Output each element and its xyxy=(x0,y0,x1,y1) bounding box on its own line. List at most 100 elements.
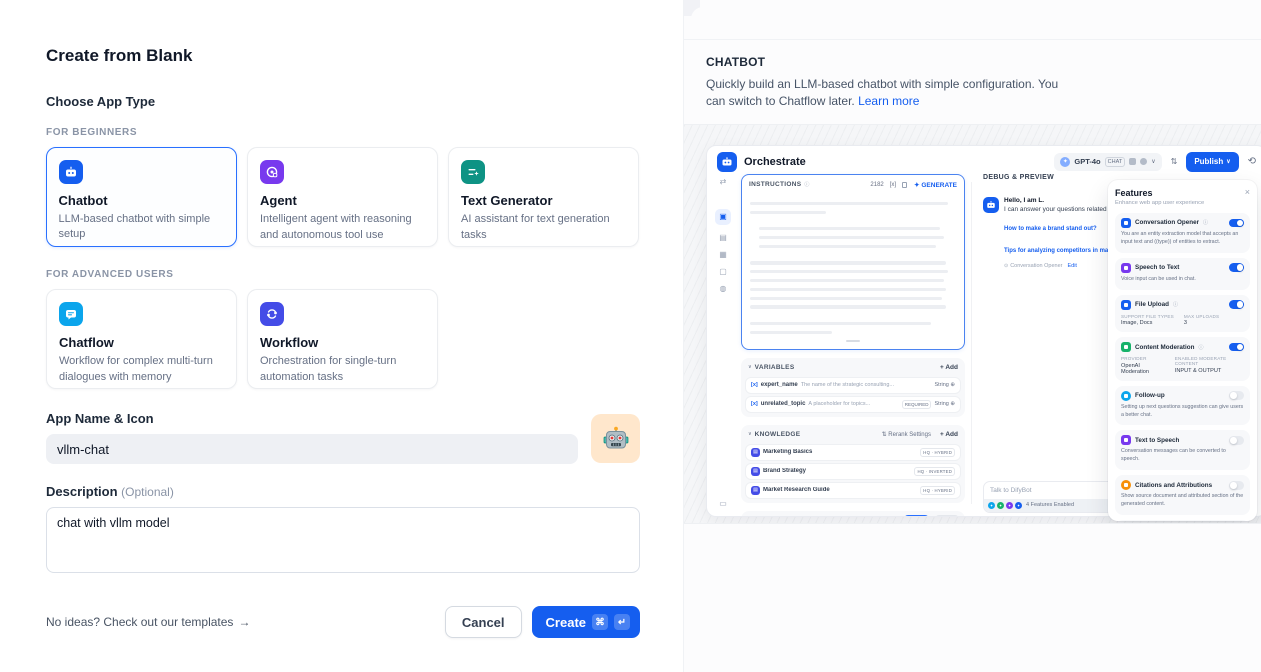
web-nav-icon[interactable]: ◍ xyxy=(720,285,727,293)
copy-icon[interactable] xyxy=(902,182,907,188)
app-type-card-chatflow[interactable]: Chatflow Workflow for complex multi-turn… xyxy=(46,289,237,389)
card-description: LLM-based chatbot with simple setup xyxy=(59,212,225,244)
workflow-icon xyxy=(260,302,284,326)
instructions-panel[interactable]: INSTRUCTIONS ⓘ 2182 [x] ✦ GENERATE xyxy=(741,174,965,350)
command-key-icon: ⌘ xyxy=(592,614,608,630)
text-generator-icon xyxy=(461,160,485,184)
description-textarea[interactable]: chat with vllm model xyxy=(46,507,640,573)
modal-top-strip xyxy=(684,0,1261,40)
chevron-down-icon: ∨ xyxy=(1151,158,1155,165)
dataset-icon: ▤ xyxy=(751,448,760,457)
model-selector[interactable]: ✦ GPT-4o CHAT ∨ xyxy=(1054,153,1161,171)
app-name-input[interactable] xyxy=(46,434,578,464)
instructions-text-placeholder xyxy=(742,195,964,342)
modal-footer: No ideas? Check out our templates → Canc… xyxy=(46,606,640,638)
toggle[interactable] xyxy=(1229,481,1244,490)
add-knowledge-button[interactable]: + Add xyxy=(940,431,958,438)
knowledge-row[interactable]: ▤ Market Research Guide HQ · HYBRID xyxy=(746,483,960,498)
app-type-card-chatbot[interactable]: Chatbot LLM-based chatbot with simple se… xyxy=(46,147,237,247)
variable-row[interactable]: [x] unrelated_topic A placeholder for to… xyxy=(746,397,960,412)
card-description: Orchestration for single-turn automation… xyxy=(260,354,425,386)
suggested-question[interactable]: How to make a brand stand out? xyxy=(1004,226,1097,232)
chat-mode-badge: CHAT xyxy=(1105,157,1126,167)
sparkle-icon: ✦ xyxy=(914,182,919,189)
knowledge-row[interactable]: ▤ Marketing Basics HQ · HYBRID xyxy=(746,445,960,460)
toggle[interactable] xyxy=(1229,219,1244,228)
docs-nav-icon[interactable]: ▦ xyxy=(719,251,727,259)
info-icon: ⓘ xyxy=(1203,219,1208,226)
chevron-down-icon[interactable]: ∨ xyxy=(748,364,752,370)
app-name-and-icon-row: App Name & Icon xyxy=(46,411,640,464)
generate-button[interactable]: ✦ GENERATE xyxy=(914,181,957,189)
features-panel: Features × Enhance web app user experien… xyxy=(1108,180,1257,521)
toggle[interactable] xyxy=(1229,343,1244,352)
card-title: Chatbot xyxy=(59,193,225,208)
app-type-card-text-generator[interactable]: Text Generator AI assistant for text gen… xyxy=(448,147,639,247)
agent-icon xyxy=(260,160,284,184)
chat-input-box: Talk to DifyBot ✦ ✦ ✦ ✦ 4 Features Enabl… xyxy=(983,481,1117,513)
chat-input[interactable]: Talk to DifyBot xyxy=(984,482,1116,499)
scroll-indicator xyxy=(846,340,860,342)
choose-app-type-heading: Choose App Type xyxy=(46,94,640,109)
preview-image-area: Orchestrate ✦ GPT-4o CHAT ∨ ⇅ Publish ∨ … xyxy=(684,124,1261,524)
image-nav-icon[interactable]: ▤ xyxy=(719,234,727,242)
app-type-card-workflow[interactable]: Workflow Orchestration for single-turn a… xyxy=(247,289,438,389)
resolution-high-button[interactable]: High xyxy=(904,515,929,517)
cancel-button[interactable]: Cancel xyxy=(445,606,522,638)
variable-row[interactable]: [x] expert_name The name of the strategi… xyxy=(746,378,960,393)
templates-link[interactable]: No ideas? Check out our templates → xyxy=(46,615,250,629)
card-title: Agent xyxy=(260,193,425,208)
content-moderation-icon xyxy=(1121,342,1131,352)
feature-annotation-reply: Annotation Reply xyxy=(1115,520,1250,521)
follow-up-icon xyxy=(1121,391,1131,401)
settings-icon xyxy=(1140,158,1147,165)
chevron-down-icon[interactable]: ∨ xyxy=(748,431,752,437)
notes-nav-icon[interactable]: ▢ xyxy=(719,268,727,276)
model-provider-icon: ✦ xyxy=(1060,157,1070,167)
toggle[interactable] xyxy=(1229,300,1244,309)
card-title: Text Generator xyxy=(461,193,626,208)
enabled-features-bar: ✦ ✦ ✦ ✦ 4 Features Enabled xyxy=(984,499,1116,512)
panel-toggle-icon[interactable]: ▭ xyxy=(719,500,727,508)
edit-opener-link[interactable]: Edit xyxy=(1067,263,1076,269)
insert-variable-icon[interactable]: [x] xyxy=(890,182,896,188)
feature-conversation-opener: Conversation Opener ⓘ You are an entity … xyxy=(1115,213,1250,253)
toggle[interactable] xyxy=(1229,263,1244,272)
robot-emoji-icon xyxy=(603,426,629,452)
variable-icon: [x] xyxy=(751,401,758,407)
collapse-icon[interactable]: ⇄ xyxy=(720,178,727,186)
app-icon-picker[interactable] xyxy=(591,414,640,463)
retrieval-badge: HQ · HYBRID xyxy=(920,448,955,457)
add-variable-button[interactable]: + Add xyxy=(940,364,958,371)
type-extra-icon: ⊕ xyxy=(950,382,955,388)
advanced-app-type-cards: Chatflow Workflow for complex multi-turn… xyxy=(46,289,640,389)
history-icon[interactable]: ⟲ xyxy=(1248,156,1256,167)
mic-icon xyxy=(1129,158,1136,165)
learn-more-link[interactable]: Learn more xyxy=(858,94,919,108)
suggested-question[interactable]: Tips for analyzing competitors in market xyxy=(1004,248,1113,254)
toggle[interactable] xyxy=(1229,391,1244,400)
create-from-blank-panel: Create from Blank Choose App Type FOR BE… xyxy=(0,0,683,672)
file-upload-icon xyxy=(1121,300,1131,310)
optional-hint: (Optional) xyxy=(121,485,174,499)
description-label: Description (Optional) xyxy=(46,484,640,499)
app-type-card-agent[interactable]: Agent Intelligent agent with reasoning a… xyxy=(247,147,438,247)
model-params-icon[interactable]: ⇅ xyxy=(1171,157,1178,166)
create-button[interactable]: Create ⌘ ↵ xyxy=(532,606,640,638)
bot-avatar xyxy=(983,197,999,213)
card-description: Intelligent agent with reasoning and aut… xyxy=(260,212,425,244)
toggle[interactable] xyxy=(1229,436,1244,445)
knowledge-row[interactable]: ▤ Brand Strategy HQ · INVERTED xyxy=(746,464,960,479)
speech-mini-icon: ✦ xyxy=(1006,502,1013,509)
resolution-low-button[interactable]: Low xyxy=(935,515,959,517)
orchestrate-nav-icon[interactable]: ▣ xyxy=(715,209,731,225)
close-icon[interactable]: × xyxy=(1245,188,1250,197)
card-description: Workflow for complex multi-turn dialogue… xyxy=(59,354,224,386)
rerank-settings-button[interactable]: ⇅ Rerank Settings xyxy=(882,431,931,438)
feature-content-moderation: Content Moderation ⓘ PROVIDEROpenAI Mode… xyxy=(1115,337,1250,381)
conversation-opener-icon xyxy=(1121,218,1131,228)
char-count: 2182 xyxy=(870,182,883,188)
arrow-right-icon: → xyxy=(238,615,250,629)
publish-button[interactable]: Publish ∨ xyxy=(1186,152,1238,172)
orchestrate-title: Orchestrate xyxy=(744,156,806,168)
